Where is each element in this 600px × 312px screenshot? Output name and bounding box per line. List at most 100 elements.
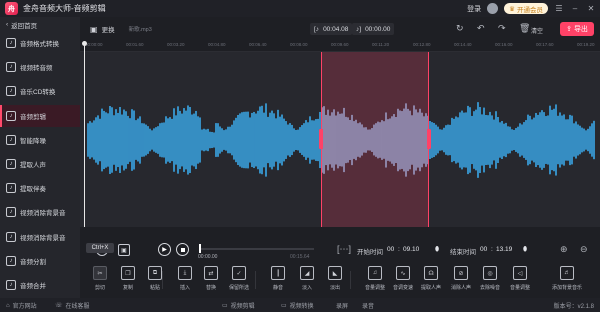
select-range-icon[interactable]: [⋯] [337, 244, 351, 255]
stop-button[interactable] [176, 243, 189, 256]
tool-button[interactable]: ⧉ 粘贴 [140, 266, 170, 296]
tool-button[interactable]: ⇄ 替换 [196, 266, 226, 296]
footer-link-label: 视频剪辑 [230, 304, 255, 310]
end-min-field[interactable]: 00 [480, 246, 487, 253]
close-icon[interactable]: ✕ [586, 4, 596, 13]
tool-icon: ❐ [121, 266, 135, 280]
tool-button[interactable]: ⊘ 消除人声 [446, 266, 476, 296]
tool-label: 复制 [122, 285, 133, 291]
footer-link-screen-record[interactable]: 录屏 [336, 301, 348, 310]
tool-icon: ┃ [271, 266, 285, 280]
tool-icon: ♬ [560, 266, 574, 280]
ruler-tick-label: 00:14.40 [454, 42, 472, 47]
ruler-tick-label: 00:16.00 [495, 42, 513, 47]
app-logo-icon: 舟 [5, 2, 18, 15]
back-home-link[interactable]: ‹ 返回首页 [0, 17, 80, 32]
title-bar: 舟 金舟音频大师-音频剪辑 登录 ♛ 开通会员 ☰ – ✕ [0, 0, 600, 17]
tool-button[interactable]: ♬ 添加背景音乐 [552, 266, 582, 296]
sidebar-item-label: 视频转音频 [20, 65, 53, 73]
tool-button[interactable]: ◎ 去除噪音 [475, 266, 505, 296]
playhead[interactable] [84, 43, 85, 227]
support-link[interactable]: ☏ 在线客服 [55, 301, 90, 310]
sidebar-item[interactable]: ♪ 视频转音频 [0, 56, 80, 78]
refresh-icon[interactable]: ↻ [456, 23, 464, 34]
sidebar-item[interactable]: ♪ 音乐CD转换 [0, 80, 80, 102]
start-sec-field[interactable]: 09.10 [403, 246, 419, 253]
tool-button[interactable]: ┃ 静音 [263, 266, 293, 296]
tool-button[interactable]: ✓ 保留所选 [224, 266, 254, 296]
tool-button[interactable]: ✂ 剪切 [85, 266, 115, 296]
marker-end-icon[interactable]: ⬮ [523, 246, 527, 254]
minimize-icon[interactable]: – [570, 4, 580, 13]
marker-start-icon[interactable]: ⬮ [435, 246, 439, 254]
sidebar-item-label: 音频剪辑 [20, 113, 46, 121]
voice-icon: ♪ [6, 159, 16, 169]
video-convert-icon: ▭ [281, 303, 287, 309]
tool-button[interactable]: ∿ 音调变速 [388, 266, 418, 296]
sidebar-item[interactable]: ♪ 提取人声 [0, 153, 80, 175]
start-min-field[interactable]: 00 [387, 246, 394, 253]
footer-link-video-edit[interactable]: ▭ 视频剪辑 [222, 301, 255, 310]
selection-region[interactable] [321, 52, 429, 227]
back-home-label: 返回首页 [11, 22, 38, 30]
trash-icon[interactable]: 🗑 [519, 23, 530, 34]
export-button[interactable]: ⇪ 导出 [560, 22, 594, 36]
footer-link-audio-record[interactable]: 录音 [362, 301, 374, 310]
vip-button[interactable]: ♛ 开通会员 [504, 3, 548, 14]
play-button[interactable]: ▶ [158, 243, 171, 256]
merge-icon: ♪ [6, 280, 16, 290]
zoom-in-icon[interactable]: ⊕ [560, 244, 568, 255]
sidebar-item[interactable]: ♪ 音频格式转换 [0, 32, 80, 54]
start-time-label: 开始时间 [357, 249, 383, 256]
sidebar-item[interactable]: ♪ 提取伴奏 [0, 177, 80, 199]
time-ruler[interactable]: 00:00:00 00:01.60 00:03.20 00:04.80 00:06.40… [80, 41, 600, 52]
website-link[interactable]: ⌂ 官方网站 [6, 301, 37, 311]
tool-button[interactable]: ◢ 淡入 [292, 266, 322, 296]
footer-link-video-convert[interactable]: ▭ 视频转换 [281, 301, 314, 310]
change-file-button[interactable]: 更换 [102, 24, 115, 34]
tool-icon: ⤓ [178, 266, 192, 280]
footer-link-label: 录音 [362, 304, 375, 310]
tool-button[interactable]: ❐ 复制 [113, 266, 143, 296]
sidebar-item-label: 提取人声 [20, 162, 46, 169]
tool-icon: ♫ [368, 266, 382, 280]
tool-label: 音调变速 [392, 285, 413, 291]
current-time: 00:00.00 [198, 254, 218, 260]
end-sec-field[interactable]: 13.19 [496, 246, 512, 253]
change-file-icon[interactable]: ▣ [90, 25, 98, 34]
tool-icon: ◁ [513, 266, 527, 280]
sidebar-item-label: 视频消除背景音 [20, 210, 66, 218]
tool-label: 保留所选 [228, 285, 249, 291]
sidebar-item[interactable]: ♪ 音频合并 [0, 274, 80, 296]
tool-label: 淡入 [301, 285, 312, 291]
sidebar-item[interactable]: ♪ 音频分割 [0, 250, 80, 272]
ruler-tick-label: 00:06.40 [249, 42, 267, 47]
tool-button[interactable]: ◣ 淡出 [320, 266, 350, 296]
playhead-handle[interactable] [82, 41, 87, 46]
zoom-out-icon[interactable]: ⊖ [580, 244, 588, 255]
undo-icon[interactable]: ↶ [477, 23, 485, 34]
redo-icon[interactable]: ↷ [498, 23, 506, 34]
sidebar-item[interactable]: ♪ 视频消除背景音 [0, 226, 80, 248]
sidebar-item[interactable]: ♪ 视频消除背景音 [0, 201, 80, 223]
tool-button[interactable]: ♫ 音量调整 [360, 266, 390, 296]
total-time: 00:15.64 [290, 254, 310, 260]
sidebar-item[interactable]: ♪ 音频剪辑 [0, 104, 80, 127]
loop-selection-button[interactable]: ▣ [118, 244, 130, 256]
login-link[interactable]: 登录 [467, 4, 481, 14]
sidebar-item[interactable]: ♪ 智能降噪 [0, 129, 80, 151]
tool-icon: ◢ [300, 266, 314, 280]
selection-start-handle[interactable] [319, 129, 323, 149]
progress-knob[interactable] [199, 244, 201, 253]
tool-button[interactable]: ◁ 音量调整 [505, 266, 535, 296]
tool-label: 音量调整 [364, 285, 385, 291]
selection-end-handle[interactable] [427, 129, 431, 149]
avatar[interactable] [487, 3, 499, 14]
video-mute-icon: ♪ [6, 207, 16, 218]
clear-button[interactable]: 清空 [531, 26, 543, 35]
playback-progress[interactable] [200, 248, 314, 250]
sidebar-item-label: 音频格式转换 [20, 41, 59, 48]
menu-icon[interactable]: ☰ [554, 4, 564, 13]
tool-button[interactable]: ☊ 提取人声 [416, 266, 446, 296]
tool-label: 剪切 [94, 285, 105, 291]
